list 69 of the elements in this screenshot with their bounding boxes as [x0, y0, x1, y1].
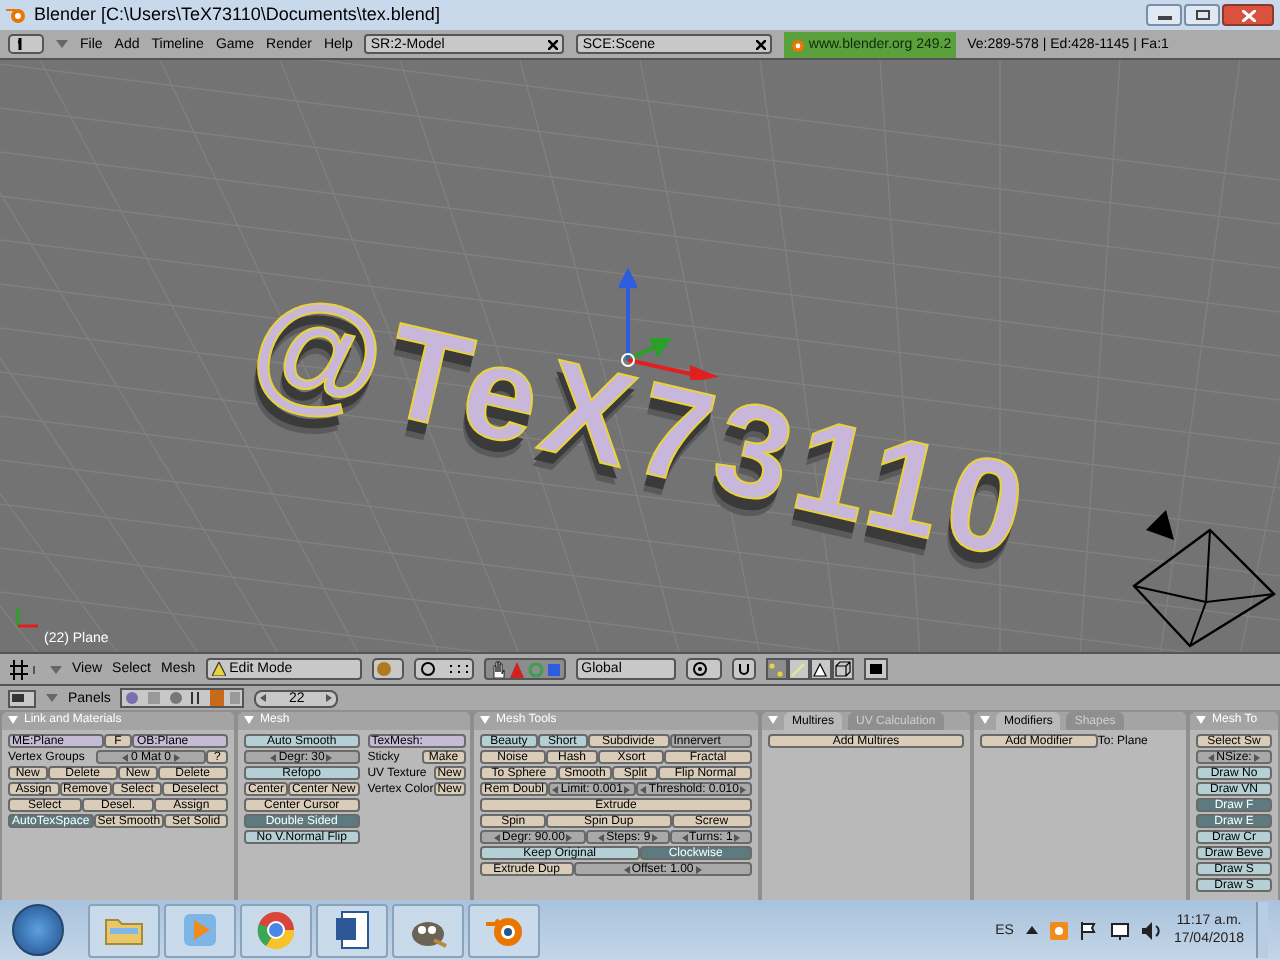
snap-target-icon[interactable] — [685, 658, 722, 680]
decrement-arrow-icon[interactable] — [260, 694, 267, 702]
dropdown-triangle-icon[interactable] — [56, 40, 68, 48]
increment-arrow-icon[interactable] — [1253, 753, 1260, 761]
pivot-icon[interactable] — [413, 658, 474, 680]
collapse-triangle-icon[interactable] — [980, 716, 990, 724]
collapse-triangle-icon[interactable] — [1196, 716, 1206, 724]
cube-icon[interactable] — [831, 658, 854, 680]
vertex-select-icon[interactable] — [765, 658, 788, 680]
start-button[interactable] — [12, 904, 64, 956]
logo-icon — [482, 912, 526, 948]
document-icon — [334, 910, 370, 950]
close-button[interactable] — [1222, 4, 1274, 26]
close-icon[interactable] — [548, 39, 559, 49]
increment-arrow-icon[interactable] — [624, 785, 631, 793]
browser-icon — [256, 910, 296, 950]
collapse-triangle-icon[interactable] — [8, 716, 18, 724]
close-icon[interactable] — [756, 39, 767, 49]
increment-arrow-icon[interactable] — [740, 785, 747, 793]
up-caret-icon[interactable] — [1025, 926, 1038, 934]
decrement-arrow-icon[interactable] — [1208, 753, 1215, 761]
decrement-arrow-icon[interactable] — [122, 753, 129, 761]
context-tabs-icon[interactable] — [120, 688, 245, 708]
app-tray-icon[interactable] — [1049, 921, 1068, 939]
taskbar-app-button[interactable] — [316, 903, 388, 957]
window-title: Blender [C:\Users\TeX73110\Documents\tex.blend] — [34, 6, 440, 24]
window-type-icon[interactable] — [8, 689, 36, 707]
network-icon[interactable] — [1109, 921, 1130, 939]
maximize-button[interactable] — [1184, 4, 1220, 26]
flag-icon[interactable] — [1079, 921, 1098, 939]
dropdown-triangle-icon[interactable] — [50, 665, 62, 673]
minimize-button[interactable] — [1146, 4, 1182, 26]
decrement-arrow-icon[interactable] — [270, 753, 277, 761]
decrement-arrow-icon[interactable] — [598, 833, 605, 841]
scale-square-icon[interactable] — [547, 663, 560, 675]
taskbar-app-button[interactable] — [240, 903, 312, 957]
decrement-arrow-icon[interactable] — [681, 833, 688, 841]
decrement-arrow-icon[interactable] — [552, 785, 559, 793]
collapse-triangle-icon[interactable] — [480, 716, 490, 724]
folder-icon — [104, 914, 144, 946]
magnet-icon[interactable] — [731, 658, 756, 680]
play-icon — [182, 912, 218, 948]
increment-arrow-icon[interactable] — [695, 865, 702, 873]
face-select-icon[interactable] — [809, 658, 832, 680]
render-icon[interactable] — [863, 658, 888, 680]
decrement-arrow-icon[interactable] — [494, 833, 501, 841]
info-icon[interactable] — [8, 34, 44, 54]
logo-icon — [788, 37, 805, 51]
axis-icon — [12, 604, 40, 632]
taskbar-app-button[interactable] — [392, 903, 464, 957]
collapse-triangle-icon[interactable] — [768, 716, 778, 724]
hand-icon[interactable] — [489, 660, 506, 678]
grid-icon[interactable] — [8, 659, 40, 679]
increment-arrow-icon[interactable] — [734, 833, 741, 841]
decrement-arrow-icon[interactable] — [623, 865, 630, 873]
increment-arrow-icon[interactable] — [326, 694, 333, 702]
show-desktop-button[interactable] — [1256, 902, 1268, 958]
collapse-triangle-icon[interactable] — [244, 716, 254, 724]
increment-arrow-icon[interactable] — [173, 753, 179, 761]
edge-select-icon[interactable] — [787, 658, 810, 680]
close-icon — [1241, 9, 1255, 21]
decrement-arrow-icon[interactable] — [640, 785, 647, 793]
app-logo-icon — [6, 6, 26, 24]
speaker-icon[interactable] — [1141, 921, 1162, 939]
increment-arrow-icon[interactable] — [566, 833, 573, 841]
increment-arrow-icon[interactable] — [326, 753, 333, 761]
triangle-mesh-icon — [211, 662, 226, 676]
dropdown-triangle-icon[interactable] — [46, 694, 58, 702]
increment-arrow-icon[interactable] — [652, 833, 659, 841]
